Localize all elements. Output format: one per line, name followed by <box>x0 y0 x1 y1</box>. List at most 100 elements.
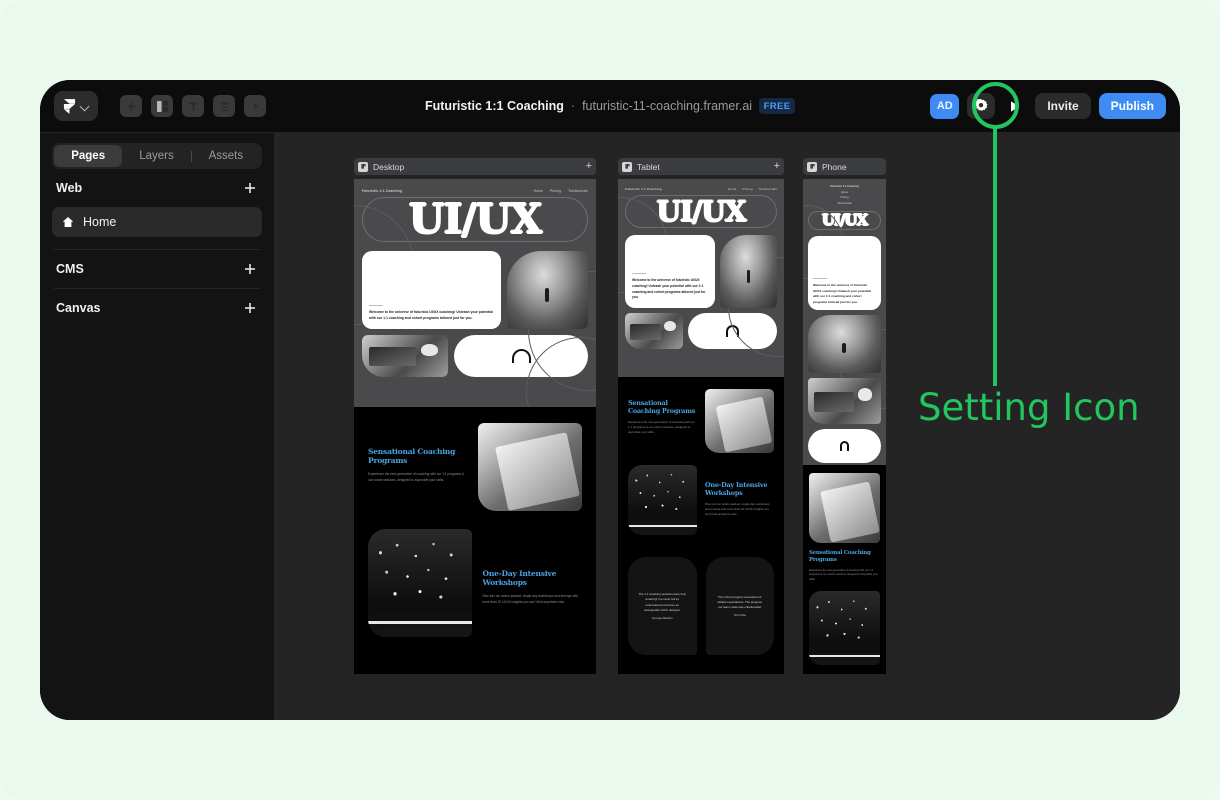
section-1-copy: Experience the next generation of coachi… <box>628 420 695 435</box>
insert-button[interactable] <box>120 95 142 117</box>
section-1-image <box>809 473 880 543</box>
hero-title-outline: UI/UX <box>808 210 881 230</box>
section-2-copy: Dive into our action-packed, single-day … <box>705 502 770 517</box>
hero-cta-pill[interactable] <box>454 334 588 377</box>
add-breakpoint-button[interactable]: + <box>774 161 780 172</box>
frame-header-phone[interactable]: Phone <box>803 158 886 175</box>
breakpoint-phone[interactable]: Phone Futuristic 1:1 Coaching Home Prici… <box>803 158 886 674</box>
plan-badge: FREE <box>759 98 795 114</box>
preview-button[interactable] <box>1003 93 1027 119</box>
lightning-bolt-icon <box>252 101 258 111</box>
nav-link-testimonials[interactable]: Testimonials <box>568 189 588 193</box>
testimonial-card: The cohort program exceeded our wildest … <box>705 557 774 655</box>
invite-button[interactable]: Invite <box>1035 93 1091 119</box>
nav-link-home[interactable]: Home <box>841 191 848 194</box>
cms-button[interactable] <box>213 95 235 117</box>
frame-header-desktop[interactable]: Desktop + <box>354 158 596 175</box>
section-2-image <box>368 529 473 637</box>
framer-menu-button[interactable] <box>54 91 98 121</box>
section-title-canvas: Canvas <box>56 301 101 315</box>
frame-label: Phone <box>822 161 847 172</box>
hero-image-desk <box>808 378 881 424</box>
breakpoint-flag-icon <box>358 161 368 172</box>
add-cms-collection-button[interactable] <box>242 261 258 277</box>
tab-assets[interactable]: Assets <box>192 145 260 167</box>
add-web-page-button[interactable] <box>242 180 258 196</box>
section-2-copy: Dive into our action-packed, single-day … <box>482 593 578 604</box>
add-canvas-button[interactable] <box>242 300 258 316</box>
breakpoint-desktop[interactable]: Desktop + Futuristic 1:1 Coaching Home P… <box>354 158 596 674</box>
hero-copy: Welcome to the universe of futuristic UI… <box>369 309 493 320</box>
hero-image <box>720 235 777 309</box>
home-icon <box>63 217 73 227</box>
layout-button[interactable] <box>151 95 173 117</box>
section-1-title: Sensational Coaching Programs <box>628 399 696 415</box>
toolbar: Futuristic 1:1 Coaching · futuristic-11-… <box>40 80 1180 132</box>
nav-link-home[interactable]: Home <box>534 189 543 193</box>
chevron-down-icon <box>81 102 90 111</box>
section-1-copy: Experience the next generation of coachi… <box>368 471 465 482</box>
hero-cta-pill[interactable] <box>808 429 881 463</box>
tab-pages[interactable]: Pages <box>54 145 123 167</box>
hero-cta-pill[interactable] <box>687 313 777 350</box>
screenshot-root: Futuristic 1:1 Coaching · futuristic-11-… <box>0 0 1220 800</box>
site-brand: Futuristic 1:1 Coaching <box>625 187 662 191</box>
page-title: Futuristic 1:1 Coaching <box>425 99 564 113</box>
publish-button[interactable]: Publish <box>1098 93 1166 119</box>
frame-label: Desktop <box>373 161 405 172</box>
nav-link-testimonials[interactable]: Testimonials <box>837 202 851 205</box>
tab-layers[interactable]: Layers <box>122 145 190 167</box>
breakpoint-flag-icon <box>622 161 632 172</box>
plus-icon <box>245 183 255 193</box>
settings-button[interactable] <box>967 93 996 119</box>
hero-title-outline: UI/UX <box>625 195 777 229</box>
hero-image-desk <box>362 334 449 377</box>
title-separator: · <box>570 99 576 113</box>
programs-section: Sensational Coaching Programs Experience… <box>354 407 596 639</box>
site-nav: Futuristic 1:1 Coaching Home Pricing Tes… <box>625 187 777 191</box>
nav-link-pricing[interactable]: Pricing <box>742 187 752 191</box>
programs-section: Sensational Coaching Programs Experience… <box>618 377 784 655</box>
testimonial-card: The 1:1 coaching sessions were truly ama… <box>628 557 697 655</box>
add-breakpoint-button[interactable]: + <box>586 161 592 172</box>
effects-button[interactable] <box>244 95 266 117</box>
hero-image <box>507 250 588 329</box>
text-button[interactable] <box>182 95 204 117</box>
section-2-title: One-Day Intensive Workshops <box>705 481 768 497</box>
annotation-label: Setting Icon <box>918 386 1140 429</box>
layout-panels-icon <box>156 100 168 112</box>
frame-label: Tablet <box>637 161 660 172</box>
frame-header-tablet[interactable]: Tablet + <box>618 158 784 175</box>
avatar[interactable]: AD <box>930 93 960 119</box>
programs-section: Sensational Coaching Programs Experience… <box>803 465 886 666</box>
nav-link-home[interactable]: Home <box>728 187 737 191</box>
nav-link-pricing[interactable]: Pricing <box>841 196 849 199</box>
toolbar-left-group <box>54 91 266 121</box>
sidebar-item-home[interactable]: Home <box>52 207 262 237</box>
breakpoint-flag-icon <box>807 161 817 172</box>
sidebar-tabs: Pages Layers Assets <box>52 143 262 169</box>
toolbar-right-group: AD Invite Publish <box>930 93 1166 119</box>
hero-copy-card: Welcome to the universe of futuristic UI… <box>808 236 881 310</box>
plus-icon <box>245 303 255 313</box>
testimonial-quote: The cohort program exceeded our wildest … <box>717 594 762 610</box>
site-url[interactable]: futuristic-11-coaching.framer.ai <box>582 99 752 113</box>
frame-content-phone: Futuristic 1:1 Coaching Home Pricing Tes… <box>803 179 886 674</box>
hero-title: UI/UX <box>656 195 747 228</box>
framer-logo-icon <box>63 98 76 114</box>
hero-copy-card: Welcome to the universe of futuristic UI… <box>625 235 716 309</box>
hero-section: Futuristic 1:1 Coaching Home Pricing Tes… <box>803 179 886 465</box>
section-2-image <box>809 591 880 666</box>
breakpoint-tablet[interactable]: Tablet + Futuristic 1:1 Coaching Home Pr… <box>618 158 784 674</box>
play-icon <box>1011 100 1020 112</box>
hero-section: Futuristic 1:1 Coaching Home Pricing Tes… <box>618 179 784 377</box>
site-brand: Futuristic 1:1 Coaching <box>362 189 403 193</box>
nav-link-pricing[interactable]: Pricing <box>550 189 561 193</box>
hero-section: Futuristic 1:1 Coaching Home Pricing Tes… <box>354 179 596 407</box>
section-1-title: Sensational Coaching Programs <box>368 447 456 466</box>
testimonial-author: Tech Elite <box>733 614 747 618</box>
nav-link-testimonials[interactable]: Testimonials <box>759 187 777 191</box>
toolbar-tools <box>120 95 266 117</box>
annotation-connector-line <box>993 128 997 386</box>
left-sidebar: Pages Layers Assets Web Home CMS Canvas <box>40 132 274 720</box>
